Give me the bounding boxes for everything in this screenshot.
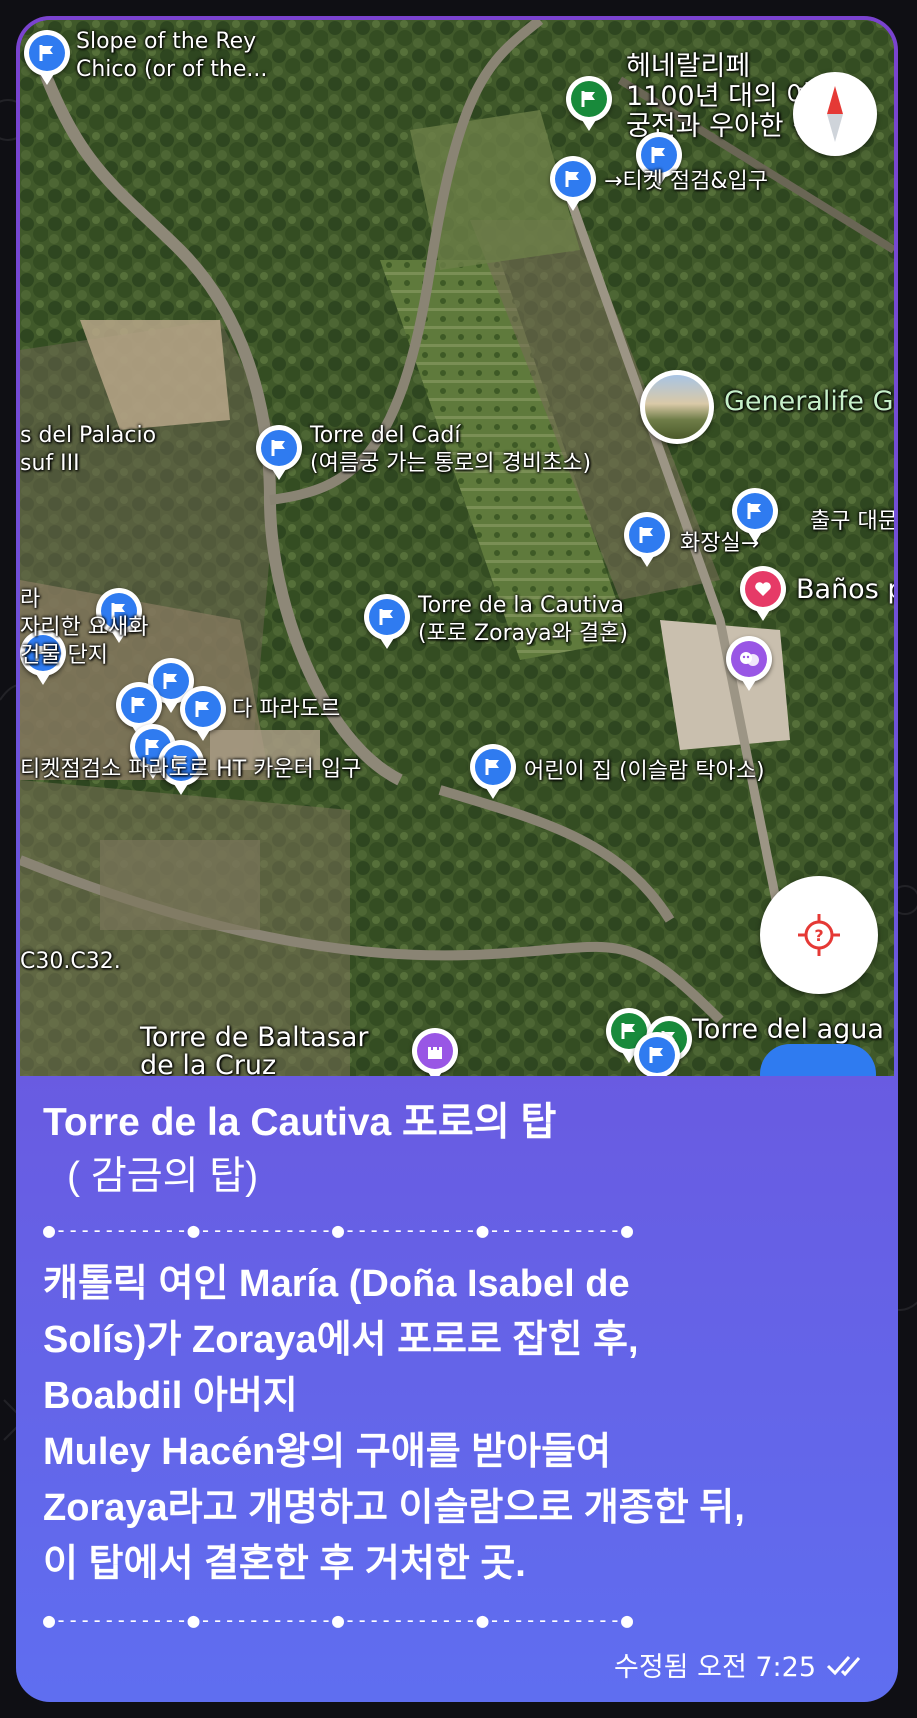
- message-bubble[interactable]: Slope of the Rey Chico (or of the... 헤네랄…: [16, 16, 898, 1702]
- generalife-green-pin[interactable]: [566, 76, 612, 131]
- parador-counter-label: 티켓점검소 파라도르 HT 카운터 입구: [20, 757, 362, 782]
- torre-baltasar-label: Torre de Baltasar de la Cruz: [140, 1022, 369, 1077]
- generalife-photo-pin[interactable]: [640, 370, 714, 444]
- torre-cadi-pin[interactable]: [256, 425, 302, 480]
- torre-cadi-label: Torre del Cadí (여름궁 가는 통로의 경비초소): [310, 423, 592, 476]
- flag-icon: [39, 45, 53, 61]
- banos-pin[interactable]: [740, 566, 786, 621]
- flag-icon: [747, 503, 761, 519]
- flag-icon: [621, 1023, 635, 1039]
- torre-cautiva-pin[interactable]: [364, 594, 410, 649]
- map-view[interactable]: Slope of the Rey Chico (or of the... 헤네랄…: [20, 20, 894, 1076]
- flag-icon: [581, 91, 595, 107]
- compass-needle-icon: [827, 86, 843, 142]
- parador-label: 다 파라도르: [232, 697, 341, 722]
- banos-label: Baños p: [796, 574, 894, 605]
- map-action-button[interactable]: [760, 1044, 876, 1076]
- crosshair-help-icon: ?: [798, 914, 840, 956]
- heart-icon: [755, 582, 771, 596]
- slope-rey-chico-pin[interactable]: [24, 30, 70, 85]
- body-line: Muley Hacén왕의 구애를 받아들여: [43, 1431, 612, 1473]
- ticket-check-pin[interactable]: [550, 156, 596, 211]
- divider-bottom: ●-----------●-----------●-----------●---…: [43, 1608, 634, 1632]
- body-line: Solís)가 Zoraya에서 포로로 잡힌 후,: [43, 1319, 639, 1361]
- palacio-label: s del Palacio suf III: [20, 423, 157, 476]
- flag-icon: [379, 609, 393, 625]
- c30-label: C30.C32.: [20, 949, 121, 974]
- generalife-place-label: Generalife Ga: [724, 386, 894, 417]
- body-line: Zoraya라고 개명하고 이슬람으로 개종한 뒤,: [43, 1487, 745, 1529]
- kindergarten-pin[interactable]: [470, 744, 516, 799]
- torre-baltasar-pin[interactable]: [412, 1028, 458, 1076]
- parador-pin-2[interactable]: [116, 682, 162, 737]
- flag-icon: [649, 1047, 663, 1063]
- compass-button[interactable]: [793, 72, 877, 156]
- message-subtitle: ( 감금의 탑): [67, 1155, 259, 1198]
- message-body: 캐톨릭 여인 María (Doña Isabel de Solís)가 Zor…: [43, 1256, 883, 1592]
- flag-icon: [195, 701, 209, 717]
- theater-masks-icon: [740, 652, 759, 666]
- flag-icon: [651, 147, 665, 163]
- flag-icon: [131, 697, 145, 713]
- edited-time: 수정됨 오전 7:25: [614, 1652, 816, 1683]
- flag-icon: [271, 440, 285, 456]
- body-line: Boabdil 아버지: [43, 1375, 298, 1417]
- my-location-button[interactable]: ?: [760, 876, 878, 994]
- generalife-photo-thumbnail: [645, 375, 709, 439]
- flag-icon: [639, 527, 653, 543]
- flag-icon: [565, 171, 579, 187]
- torre-agua-pin-blue[interactable]: [634, 1032, 680, 1076]
- body-line: 캐톨릭 여인 María (Doña Isabel de: [43, 1263, 630, 1305]
- divider-top: ●-----------●-----------●-----------●---…: [43, 1218, 634, 1242]
- theater-pin[interactable]: [726, 636, 772, 691]
- slope-rey-chico-label: Slope of the Rey Chico (or of the...: [76, 28, 267, 84]
- torre-agua-label: Torre del agua: [692, 1014, 884, 1045]
- double-check-icon: [826, 1655, 861, 1676]
- message-text: Torre de la Cautiva 포로의 탑 ( 감금의 탑) ●----…: [43, 1084, 883, 1646]
- slope-rey-chico-text: Slope of the Rey Chico (or of the...: [76, 29, 268, 82]
- body-line: 이 탑에서 결혼한 후 거처한 곳.: [43, 1543, 526, 1585]
- torre-cautiva-label: Torre de la Cautiva (포로 Zoraya와 결혼): [418, 593, 628, 646]
- ticket-check-label: →티켓 점검&입구: [604, 169, 769, 194]
- flag-icon: [485, 759, 499, 775]
- exit-gate-pin[interactable]: [732, 488, 778, 543]
- castle-icon: [428, 1047, 442, 1059]
- exit-gate-label: 출구 대문: [810, 509, 894, 534]
- flag-icon: [163, 673, 177, 689]
- parador-pin-3[interactable]: [180, 686, 226, 741]
- svg-text:?: ?: [814, 926, 823, 945]
- restroom-pin[interactable]: [624, 512, 670, 567]
- kindergarten-label: 어린이 집 (이슬람 탁아소): [524, 759, 765, 784]
- message-meta: 수정됨 오전 7:25: [614, 1645, 870, 1684]
- message-title: Torre de la Cautiva 포로의 탑: [43, 1101, 557, 1144]
- fortress-cluster-label: 라 자리한 요새화 건물 단지: [20, 587, 149, 668]
